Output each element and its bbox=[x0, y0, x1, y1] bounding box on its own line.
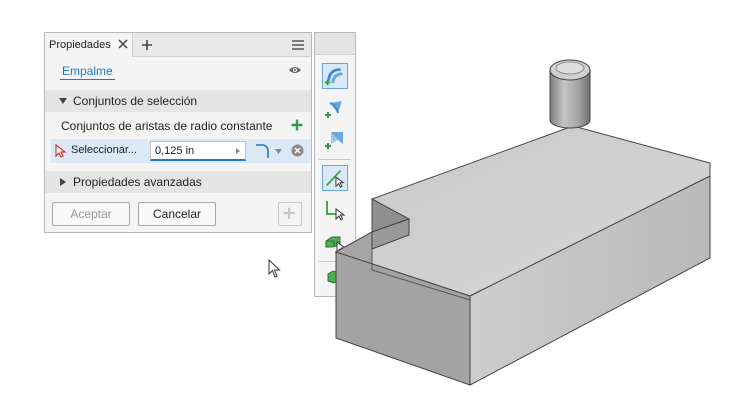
tab-properties-label: Propiedades bbox=[49, 39, 111, 51]
properties-panel: Propiedades Empalme Conjuntos de selecci… bbox=[44, 32, 312, 233]
panel-tab-bar: Propiedades bbox=[45, 33, 311, 57]
caret-right-icon bbox=[60, 178, 66, 186]
feature-name-row: Empalme bbox=[45, 57, 311, 83]
chevron-right-icon[interactable] bbox=[235, 147, 241, 155]
cancel-button[interactable]: Cancelar bbox=[138, 202, 216, 226]
radius-input[interactable] bbox=[150, 141, 246, 161]
select-edges-label: Seleccionar... bbox=[71, 144, 138, 156]
plus-icon bbox=[283, 207, 295, 219]
section-advanced-properties[interactable]: Propiedades avanzadas bbox=[45, 171, 311, 193]
close-icon[interactable] bbox=[117, 38, 129, 50]
ok-button[interactable]: Aceptar bbox=[52, 202, 130, 226]
select-arrow-icon bbox=[55, 144, 67, 158]
apply-button[interactable] bbox=[278, 202, 302, 226]
add-tab-icon[interactable] bbox=[140, 38, 154, 52]
edge-sets-label: Conjuntos de aristas de radio constante bbox=[61, 119, 273, 133]
eye-icon[interactable] bbox=[288, 65, 302, 75]
add-edge-set-icon[interactable] bbox=[291, 119, 303, 131]
section-advanced-label: Propiedades avanzadas bbox=[73, 175, 202, 189]
mouse-cursor-icon bbox=[268, 259, 281, 278]
3d-part-model[interactable] bbox=[320, 40, 752, 416]
caret-down-icon bbox=[59, 98, 67, 104]
fillet-profile-icon[interactable] bbox=[254, 142, 274, 160]
feature-name-field[interactable]: Empalme bbox=[60, 64, 115, 80]
edge-sets-row: Conjuntos de aristas de radio constante bbox=[45, 115, 311, 137]
edge-set-row[interactable]: Seleccionar... bbox=[51, 139, 311, 163]
section-selection-sets[interactable]: Conjuntos de selección bbox=[45, 90, 311, 112]
remove-icon[interactable] bbox=[291, 144, 304, 157]
chevron-down-icon[interactable] bbox=[275, 149, 282, 154]
section-selection-sets-label: Conjuntos de selección bbox=[73, 94, 198, 108]
hamburger-menu-icon[interactable] bbox=[291, 39, 305, 51]
